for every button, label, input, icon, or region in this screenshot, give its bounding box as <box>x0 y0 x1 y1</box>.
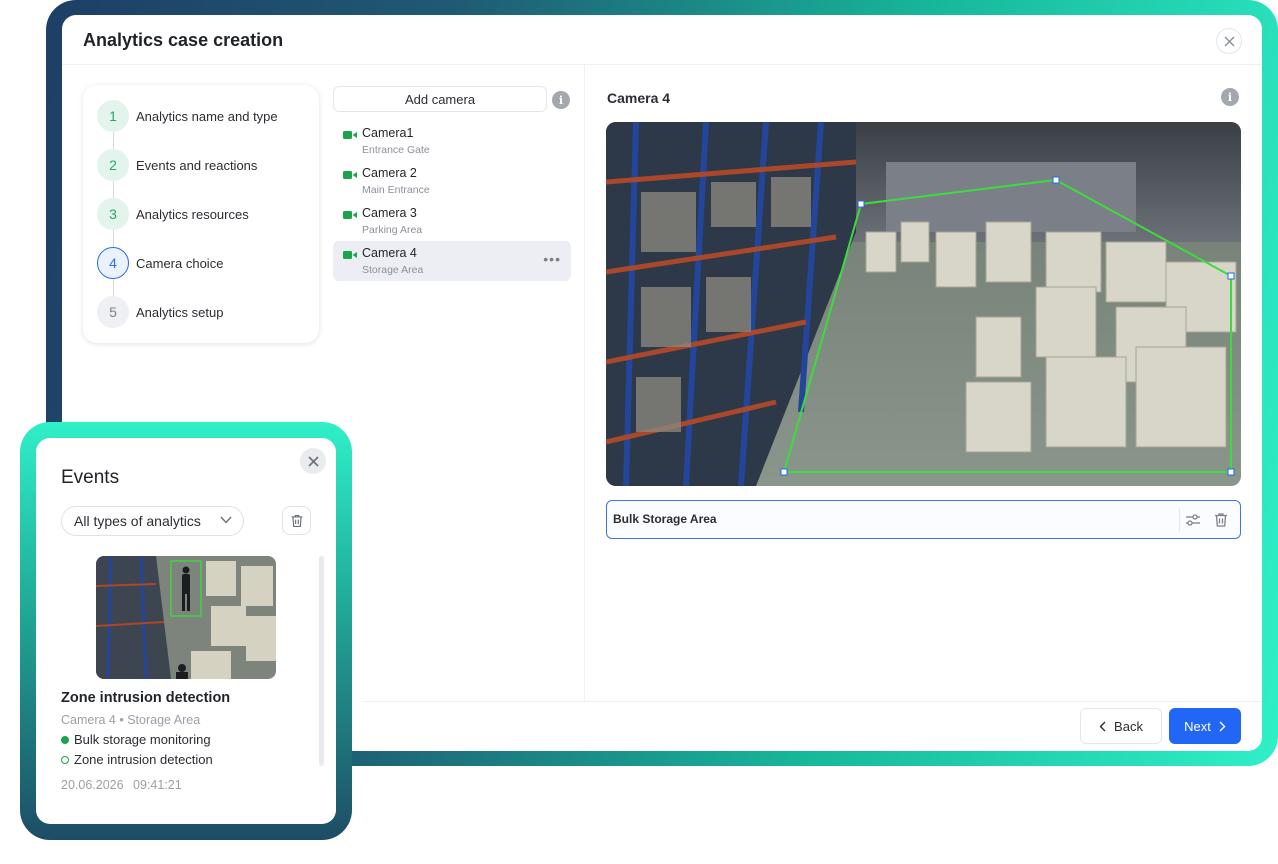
event-snapshot-image <box>96 556 276 679</box>
camera-location: Main Entrance <box>362 184 430 196</box>
warehouse-scene-image <box>606 122 1241 486</box>
event-tag: Zone intrusion detection <box>61 752 213 767</box>
info-icon[interactable]: i <box>1221 88 1239 106</box>
zone-delete-button[interactable] <box>1211 510 1231 530</box>
step-label: Events and reactions <box>136 157 258 173</box>
camera-name: Camera 4 <box>362 246 417 260</box>
clear-events-button[interactable] <box>282 506 311 535</box>
select-value: All types of analytics <box>74 513 201 529</box>
zone-name-value: Bulk Storage Area <box>613 512 717 526</box>
video-camera-icon <box>343 251 357 259</box>
step-number: 5 <box>97 296 129 328</box>
event-tag: Bulk storage monitoring <box>61 732 211 747</box>
camera-name: Camera1 <box>362 126 414 140</box>
camera-name: Camera 2 <box>362 166 417 180</box>
camera-video-feed[interactable] <box>606 122 1241 486</box>
footer-divider <box>362 701 1262 702</box>
info-icon[interactable]: i <box>552 91 570 109</box>
event-timestamp: 20.06.2026 09:41:21 <box>61 778 182 792</box>
step-connector <box>113 279 114 296</box>
video-camera-icon <box>343 171 357 179</box>
event-thumbnail[interactable] <box>96 556 276 679</box>
wizard-stepper: 1 Analytics name and type 2 Events and r… <box>83 85 319 343</box>
step-connector <box>113 230 114 247</box>
close-window-button[interactable] <box>1216 28 1242 54</box>
camera-location: Entrance Gate <box>362 144 430 156</box>
step-number: 3 <box>97 198 129 230</box>
step-number: 1 <box>97 100 129 132</box>
step-label: Analytics setup <box>136 304 224 320</box>
more-options-icon[interactable]: ••• <box>543 251 561 267</box>
divider <box>1179 508 1180 532</box>
stage: Analytics case creation 1 Analytics name… <box>0 0 1278 864</box>
window-title: Analytics case creation <box>83 30 284 50</box>
close-icon <box>1224 36 1234 46</box>
close-icon <box>307 455 319 467</box>
zone-name-field[interactable]: Bulk Storage Area <box>606 500 1241 539</box>
camera-location: Storage Area <box>362 264 424 276</box>
step-camera-choice[interactable]: 4 Camera choice <box>97 247 307 279</box>
events-title: Events <box>61 467 120 488</box>
window-header: Analytics case creation <box>62 15 1262 65</box>
events-panel: Events All types of analytics Zone intru… <box>36 438 336 824</box>
event-tag-label: Zone intrusion detection <box>74 752 213 767</box>
step-connector <box>113 181 114 198</box>
step-label: Analytics name and type <box>136 108 278 124</box>
event-tag-label: Bulk storage monitoring <box>74 732 211 747</box>
event-camera: Camera 4 • Storage Area <box>61 713 201 727</box>
video-camera-icon <box>343 211 357 219</box>
panel-divider <box>584 65 585 701</box>
status-dot-filled-icon <box>61 735 69 744</box>
step-number: 2 <box>97 149 129 181</box>
event-name: Zone intrusion detection <box>61 690 231 706</box>
step-analytics-setup[interactable]: 5 Analytics setup <box>97 296 307 328</box>
camera-list-item[interactable]: Camera 2 Main Entrance <box>333 161 571 201</box>
step-connector <box>113 132 114 149</box>
camera-view-title: Camera 4 <box>607 90 671 106</box>
close-events-button[interactable] <box>300 448 326 474</box>
video-camera-icon <box>343 131 357 139</box>
trash-icon <box>1215 513 1227 527</box>
analytics-type-select[interactable]: All types of analytics <box>61 506 244 536</box>
camera-list-item-selected[interactable]: Camera 4 Storage Area ••• <box>333 241 571 281</box>
step-label: Analytics resources <box>136 206 249 222</box>
event-time: 09:41:21 <box>133 778 182 792</box>
next-button[interactable]: Next <box>1169 708 1241 744</box>
zone-settings-button[interactable] <box>1183 510 1203 530</box>
chevron-right-icon <box>1219 721 1226 731</box>
event-date: 20.06.2026 <box>61 778 124 792</box>
step-analytics-name[interactable]: 1 Analytics name and type <box>97 100 307 132</box>
step-events-reactions[interactable]: 2 Events and reactions <box>97 149 307 181</box>
camera-list-item[interactable]: Camera1 Entrance Gate <box>333 121 571 161</box>
add-camera-button[interactable]: Add camera <box>333 86 547 112</box>
chevron-left-icon <box>1099 721 1106 731</box>
status-dot-outline-icon <box>61 755 69 764</box>
camera-location: Parking Area <box>362 224 423 236</box>
back-label: Back <box>1114 718 1143 734</box>
trash-icon <box>291 514 302 527</box>
events-scrollbar[interactable] <box>319 556 324 766</box>
step-label: Camera choice <box>136 255 224 271</box>
sliders-icon <box>1186 514 1200 526</box>
step-analytics-resources[interactable]: 3 Analytics resources <box>97 198 307 230</box>
camera-name: Camera 3 <box>362 206 417 220</box>
next-label: Next <box>1184 718 1211 734</box>
chevron-down-icon <box>220 516 232 524</box>
camera-list-item[interactable]: Camera 3 Parking Area <box>333 201 571 241</box>
back-button[interactable]: Back <box>1080 708 1162 744</box>
step-number: 4 <box>97 247 129 279</box>
